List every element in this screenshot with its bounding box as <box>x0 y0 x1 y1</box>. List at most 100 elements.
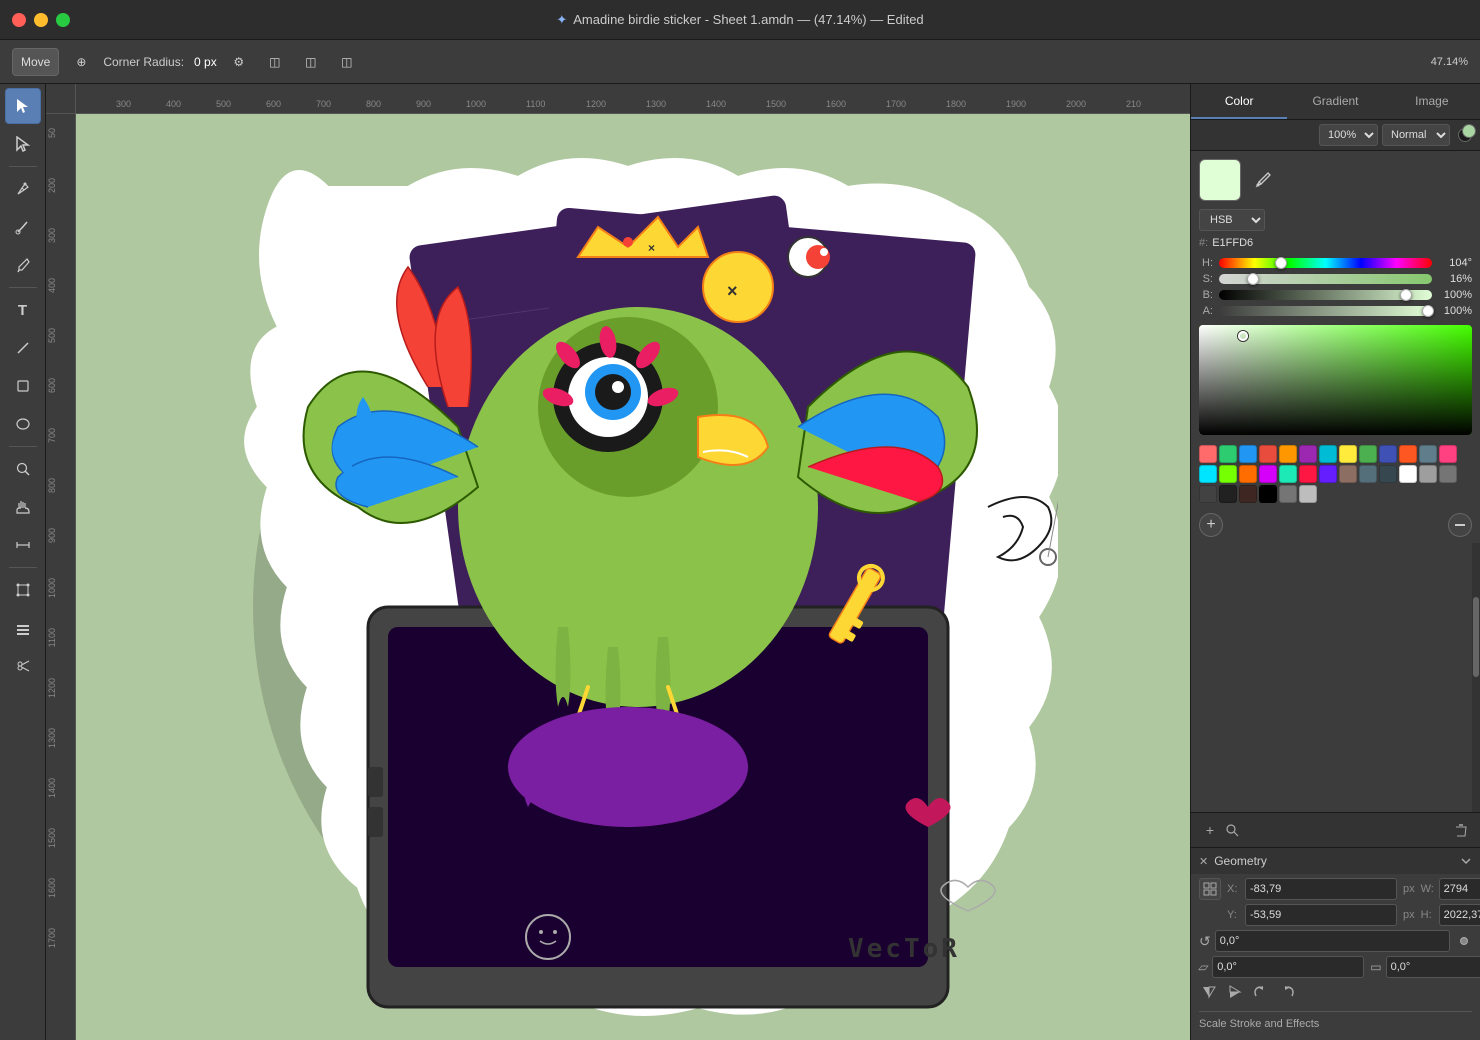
h-input[interactable] <box>1439 904 1480 926</box>
w-input[interactable] <box>1439 878 1480 900</box>
color-swatch[interactable] <box>1279 445 1297 463</box>
color-swatch[interactable] <box>1439 445 1457 463</box>
color-swatch[interactable] <box>1359 465 1377 483</box>
hand-tool-btn[interactable] <box>5 489 41 525</box>
select-tool-btn[interactable] <box>5 88 41 124</box>
color-swatch[interactable] <box>1359 445 1377 463</box>
blend-mode-select[interactable]: Normal Multiply Screen Overlay <box>1382 124 1450 146</box>
color-swatch[interactable] <box>1399 465 1417 483</box>
color-swatch[interactable] <box>1419 445 1437 463</box>
align-left-btn[interactable]: ◫ <box>261 48 289 76</box>
color-swatch[interactable] <box>1419 465 1437 483</box>
color-swatch[interactable] <box>1339 465 1357 483</box>
title-text: Amadine birdie sticker - Sheet 1.amdn — … <box>573 12 923 27</box>
tab-gradient[interactable]: Gradient <box>1287 84 1383 119</box>
settings-btn[interactable]: ⚙ <box>225 48 253 76</box>
color-swatch[interactable] <box>1239 445 1257 463</box>
color-swatch[interactable] <box>1239 465 1257 483</box>
align-right-btn[interactable]: ◫ <box>333 48 361 76</box>
scissors-tool-btn[interactable] <box>5 648 41 684</box>
svg-text:VecToR: VecToR <box>848 934 960 964</box>
color-swatch[interactable] <box>1439 465 1457 483</box>
color-swatch[interactable] <box>1279 465 1297 483</box>
color-swatch[interactable] <box>1379 445 1397 463</box>
color-swatch[interactable] <box>1199 485 1217 503</box>
alpha-label: A: <box>1199 305 1213 317</box>
ellipse-tool-btn[interactable] <box>5 406 41 442</box>
color-swatch[interactable] <box>1219 465 1237 483</box>
color-mode-select[interactable]: HSB RGB CMYK HSL <box>1199 209 1265 231</box>
color-picker[interactable] <box>1199 325 1472 435</box>
main-color-swatch[interactable] <box>1199 159 1241 201</box>
geo-delete-btn[interactable] <box>1450 819 1472 841</box>
color-swatch[interactable] <box>1319 465 1337 483</box>
add-swatch-btn[interactable]: + <box>1199 513 1223 537</box>
brush-tool-btn[interactable] <box>5 247 41 283</box>
minimize-window-btn[interactable] <box>34 13 48 27</box>
color-swatch[interactable] <box>1279 485 1297 503</box>
color-swatch[interactable] <box>1259 445 1277 463</box>
hue-slider[interactable] <box>1219 258 1432 268</box>
layers-btn[interactable] <box>5 610 41 646</box>
color-swatch[interactable] <box>1219 485 1237 503</box>
flip-v-btn[interactable] <box>1225 982 1245 1007</box>
rect-angle-input[interactable] <box>1386 956 1480 978</box>
geometry-header[interactable]: ✕ Geometry <box>1191 848 1480 874</box>
scrollbar-thumb[interactable] <box>1473 597 1479 678</box>
zoom-tool-btn[interactable] <box>5 451 41 487</box>
zoom-select[interactable]: 100% <box>1319 124 1378 146</box>
color-swatch[interactable] <box>1259 485 1277 503</box>
color-swatch[interactable] <box>1299 485 1317 503</box>
maximize-window-btn[interactable] <box>56 13 70 27</box>
color-swatch[interactable] <box>1339 445 1357 463</box>
rotation1-input[interactable] <box>1215 930 1450 952</box>
pen-tool-btn[interactable] <box>5 171 41 207</box>
canvas-viewport[interactable]: ♛ amadine app <box>76 114 1190 1040</box>
line-tool-btn[interactable] <box>5 330 41 366</box>
fill-swatch-overlay[interactable] <box>1462 124 1476 138</box>
color-swatch[interactable] <box>1299 465 1317 483</box>
color-swatch[interactable] <box>1379 465 1397 483</box>
zoom-value: 47.14% <box>1431 56 1468 68</box>
y-input[interactable] <box>1245 904 1397 926</box>
move-tool-label[interactable]: Move <box>12 48 59 76</box>
color-swatch[interactable] <box>1199 445 1217 463</box>
text-tool-btn[interactable]: T <box>5 292 41 328</box>
tab-color[interactable]: Color <box>1191 84 1287 119</box>
crosshair-btn[interactable]: ⊕ <box>67 48 95 76</box>
direct-select-tool-btn[interactable] <box>5 126 41 162</box>
tab-image[interactable]: Image <box>1384 84 1480 119</box>
shape-tool-btn[interactable] <box>5 368 41 404</box>
alpha-slider[interactable] <box>1219 306 1432 316</box>
color-swatch[interactable] <box>1399 445 1417 463</box>
geo-grid-icon-btn[interactable] <box>1199 878 1221 900</box>
color-swatch[interactable] <box>1199 465 1217 483</box>
geo-zoom-btn[interactable] <box>1221 819 1243 841</box>
rotate-cw-btn[interactable] <box>1277 982 1297 1007</box>
align-center-btn[interactable]: ◫ <box>297 48 325 76</box>
measure-tool-btn[interactable] <box>5 527 41 563</box>
brightness-slider[interactable] <box>1219 290 1432 300</box>
remove-swatch-btn[interactable] <box>1448 513 1472 537</box>
transform-tool-btn[interactable] <box>5 572 41 608</box>
color-swatch[interactable] <box>1299 445 1317 463</box>
saturation-slider[interactable] <box>1219 274 1432 284</box>
geo-fields: X: px W: px Y: px <box>1191 874 1480 1040</box>
canvas-area[interactable]: 300 400 500 600 700 800 900 1000 1100 12… <box>46 84 1190 1040</box>
close-window-btn[interactable] <box>12 13 26 27</box>
color-swatch[interactable] <box>1259 465 1277 483</box>
window-controls[interactable] <box>12 13 70 27</box>
geo-add-btn[interactable]: + <box>1199 819 1221 841</box>
corner-radius-label: Corner Radius: <box>103 55 184 69</box>
flip-h-btn[interactable] <box>1199 982 1219 1007</box>
panel-scroll-area <box>1191 543 1480 812</box>
color-swatch[interactable] <box>1219 445 1237 463</box>
panel-scrollbar[interactable] <box>1472 543 1480 812</box>
pencil-tool-btn[interactable] <box>5 209 41 245</box>
color-swatch[interactable] <box>1319 445 1337 463</box>
eyedropper-btn[interactable] <box>1249 166 1277 194</box>
color-swatch[interactable] <box>1239 485 1257 503</box>
shear-input[interactable] <box>1212 956 1364 978</box>
x-input[interactable] <box>1245 878 1397 900</box>
rotate-ccw-btn[interactable] <box>1251 982 1271 1007</box>
